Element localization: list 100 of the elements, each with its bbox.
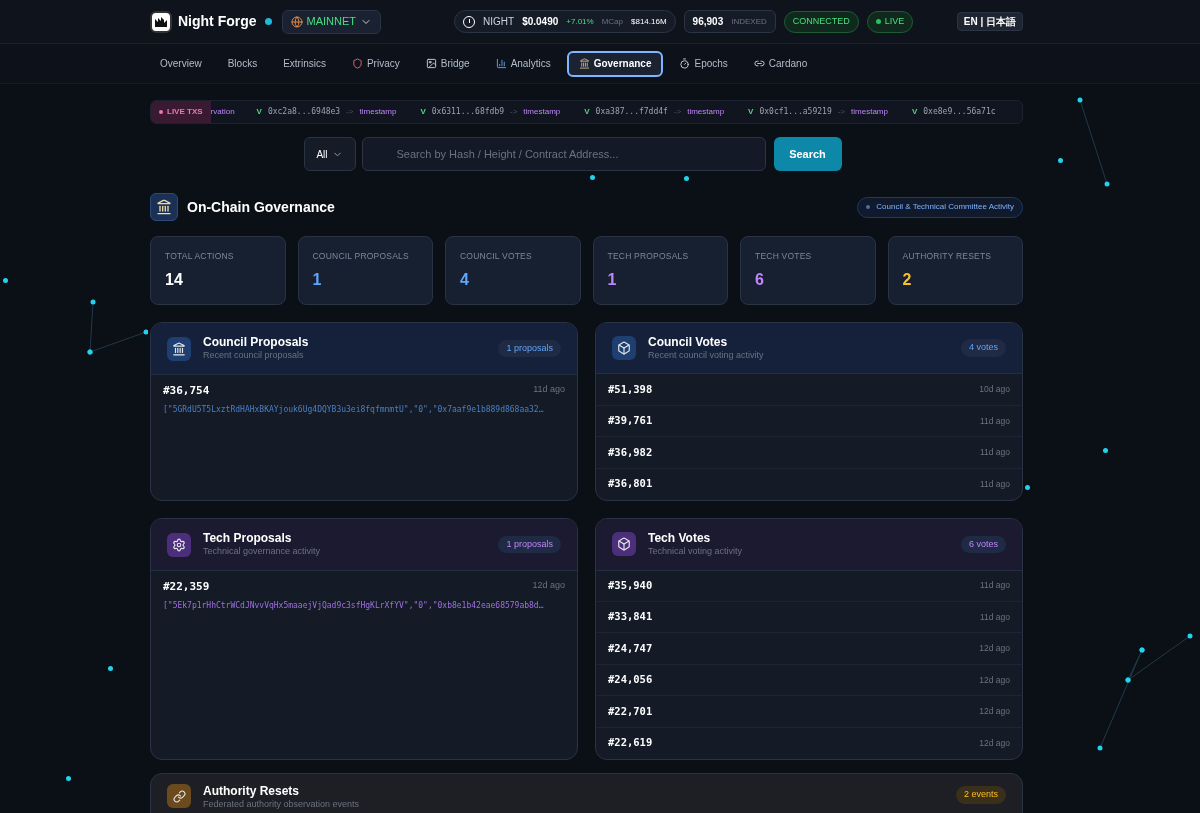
nav-tab[interactable]: Analytics xyxy=(485,50,561,77)
vote-id: #36,982 xyxy=(608,444,653,460)
tx-method: timestamp xyxy=(523,106,561,118)
indexed-label: INDEXED xyxy=(731,15,767,28)
stat-label: TECH PROPOSALS xyxy=(607,250,690,263)
vote-id: #22,701 xyxy=(608,703,653,719)
arrow-text: -> xyxy=(510,106,518,118)
proposal-id[interactable]: #22,359 xyxy=(163,579,210,596)
panel-title: Authority Resets xyxy=(203,784,301,799)
stat-value: 14 xyxy=(165,269,184,290)
filter-dropdown[interactable]: All xyxy=(303,137,356,171)
count-badge: 2 events xyxy=(955,786,1006,804)
stat-value: 6 xyxy=(755,269,765,290)
vote-row[interactable]: #24,056 12d ago xyxy=(596,664,1022,697)
tx-hash[interactable]: 0xa387...f7dd4f xyxy=(595,106,668,118)
constellation-drawing xyxy=(86,298,148,356)
price-change: +7.01% xyxy=(566,15,594,28)
vote-row[interactable]: #39,761 11d ago xyxy=(596,405,1022,438)
vote-id: #35,940 xyxy=(608,577,653,593)
nav-tab[interactable]: Bridge xyxy=(415,50,480,77)
vote-id: #33,841 xyxy=(608,609,653,625)
vote-time: 11d ago xyxy=(979,477,1010,491)
token-price: $0.0490 xyxy=(522,15,559,29)
vote-time: 12d ago xyxy=(979,673,1010,687)
panel-subtitle: Federated authority observation events xyxy=(203,799,361,811)
nav-tab[interactable]: Privacy xyxy=(341,50,410,77)
link-icon xyxy=(753,58,765,69)
vote-row[interactable]: #36,801 11d ago xyxy=(596,468,1022,500)
mcap-value: $814.16M xyxy=(631,15,667,28)
stat-label: TECH VOTES xyxy=(755,250,813,263)
activity-label: Council & Technical Committee Activity xyxy=(876,201,1014,213)
search-button[interactable]: Search xyxy=(773,137,842,171)
box-icon xyxy=(617,537,631,552)
vote-id: #51,398 xyxy=(608,381,653,397)
network-selector[interactable]: MAINNET xyxy=(281,9,382,34)
proposal-time: 11d ago xyxy=(533,383,565,396)
status-mark: V xyxy=(584,106,590,118)
panel-title: Tech Proposals xyxy=(203,531,293,547)
arrow-text: -> xyxy=(346,106,354,118)
count-badge: 6 votes xyxy=(960,535,1006,553)
arrow-text: -> xyxy=(837,106,846,118)
brand-name[interactable]: Night Forge xyxy=(178,11,257,32)
panel-title: Council Votes xyxy=(648,335,729,351)
vote-row[interactable]: #33,841 11d ago xyxy=(596,601,1022,634)
status-mark: V xyxy=(748,106,754,118)
stat-label: COUNCIL PROPOSALS xyxy=(312,250,410,263)
vote-row[interactable]: #51,398 10d ago xyxy=(596,374,1022,406)
ticker-text: rvation xyxy=(210,106,235,118)
proposal-args: ["5GRdU5T5LxztRdHAHxBKAYjouk6Ug4DQYB3u3ei8fqfmnmtU","0","0x7aaf9e1b889d868aa32… xyxy=(163,403,545,416)
vote-time: 12d ago xyxy=(979,705,1010,718)
shield-icon xyxy=(351,58,363,69)
stat-label: AUTHORITY RESETS xyxy=(902,250,993,263)
vote-row[interactable]: #35,940 11d ago xyxy=(596,570,1022,602)
nav-tab[interactable]: Cardano xyxy=(743,50,818,77)
nav-tab[interactable]: Epochs xyxy=(669,50,738,77)
nav-tab[interactable]: Governance xyxy=(566,50,664,77)
tx-method: timestamp xyxy=(851,106,888,118)
stat-value: 4 xyxy=(460,269,470,290)
vote-row[interactable]: #22,701 12d ago xyxy=(596,696,1022,728)
tx-hash[interactable]: 0x6311...68fdb9 xyxy=(431,106,504,118)
settings-icon xyxy=(172,537,186,552)
vote-row[interactable]: #22,619 12d ago xyxy=(596,727,1022,759)
stat-value: 1 xyxy=(607,269,618,290)
panel-title: Tech Votes xyxy=(648,531,712,547)
nav-tab[interactable]: Overview xyxy=(150,50,212,77)
connection-status: CONNECTED xyxy=(783,10,859,33)
live-label: LIVE xyxy=(884,14,905,28)
language-toggle[interactable]: EN | 日本語 xyxy=(956,12,1023,31)
landmark-icon xyxy=(172,341,186,356)
proposal-time: 12d ago xyxy=(532,579,565,592)
arrow-text: -> xyxy=(673,106,682,118)
panel-title: Council Proposals xyxy=(203,335,310,351)
tx-hash[interactable]: 0xc2a8...6948e3 xyxy=(267,106,341,118)
count-badge: 4 votes xyxy=(960,339,1006,357)
indexed-count: 96,903 xyxy=(692,15,724,29)
vote-time: 10d ago xyxy=(979,383,1010,397)
ticker-label: LIVE TXS xyxy=(151,101,211,123)
bar-chart-icon xyxy=(495,58,507,69)
tx-method: timestamp xyxy=(687,106,725,118)
stat-value: 2 xyxy=(902,269,913,290)
vote-id: #24,056 xyxy=(608,672,653,688)
vote-row[interactable]: #36,982 11d ago xyxy=(596,437,1022,469)
stat-label: COUNCIL VOTES xyxy=(460,250,533,263)
token-symbol: NIGHT xyxy=(483,15,515,29)
vote-row[interactable]: #24,747 12d ago xyxy=(596,633,1022,665)
tx-hash[interactable]: 0x0cf1...a59219 xyxy=(759,106,832,118)
panel-subtitle: Recent council proposals xyxy=(203,350,305,362)
panel-subtitle: Technical governance activity xyxy=(203,546,322,558)
landmark-icon xyxy=(156,199,172,215)
globe-icon xyxy=(290,15,303,28)
vote-time: 11d ago xyxy=(979,446,1010,459)
nav-tab[interactable]: Extrinsics xyxy=(273,50,336,77)
tx-hash[interactable]: 0xe8e9...56a71c xyxy=(923,106,996,118)
proposal-id[interactable]: #36,754 xyxy=(163,383,210,400)
nav-tab[interactable]: Blocks xyxy=(217,50,268,77)
landmark-icon xyxy=(578,58,590,69)
link-icon xyxy=(172,789,186,803)
image-icon xyxy=(425,58,437,69)
search-field[interactable]: Search by Hash / Height / Contract Address... xyxy=(361,137,766,171)
vote-time: 11d ago xyxy=(979,610,1010,624)
